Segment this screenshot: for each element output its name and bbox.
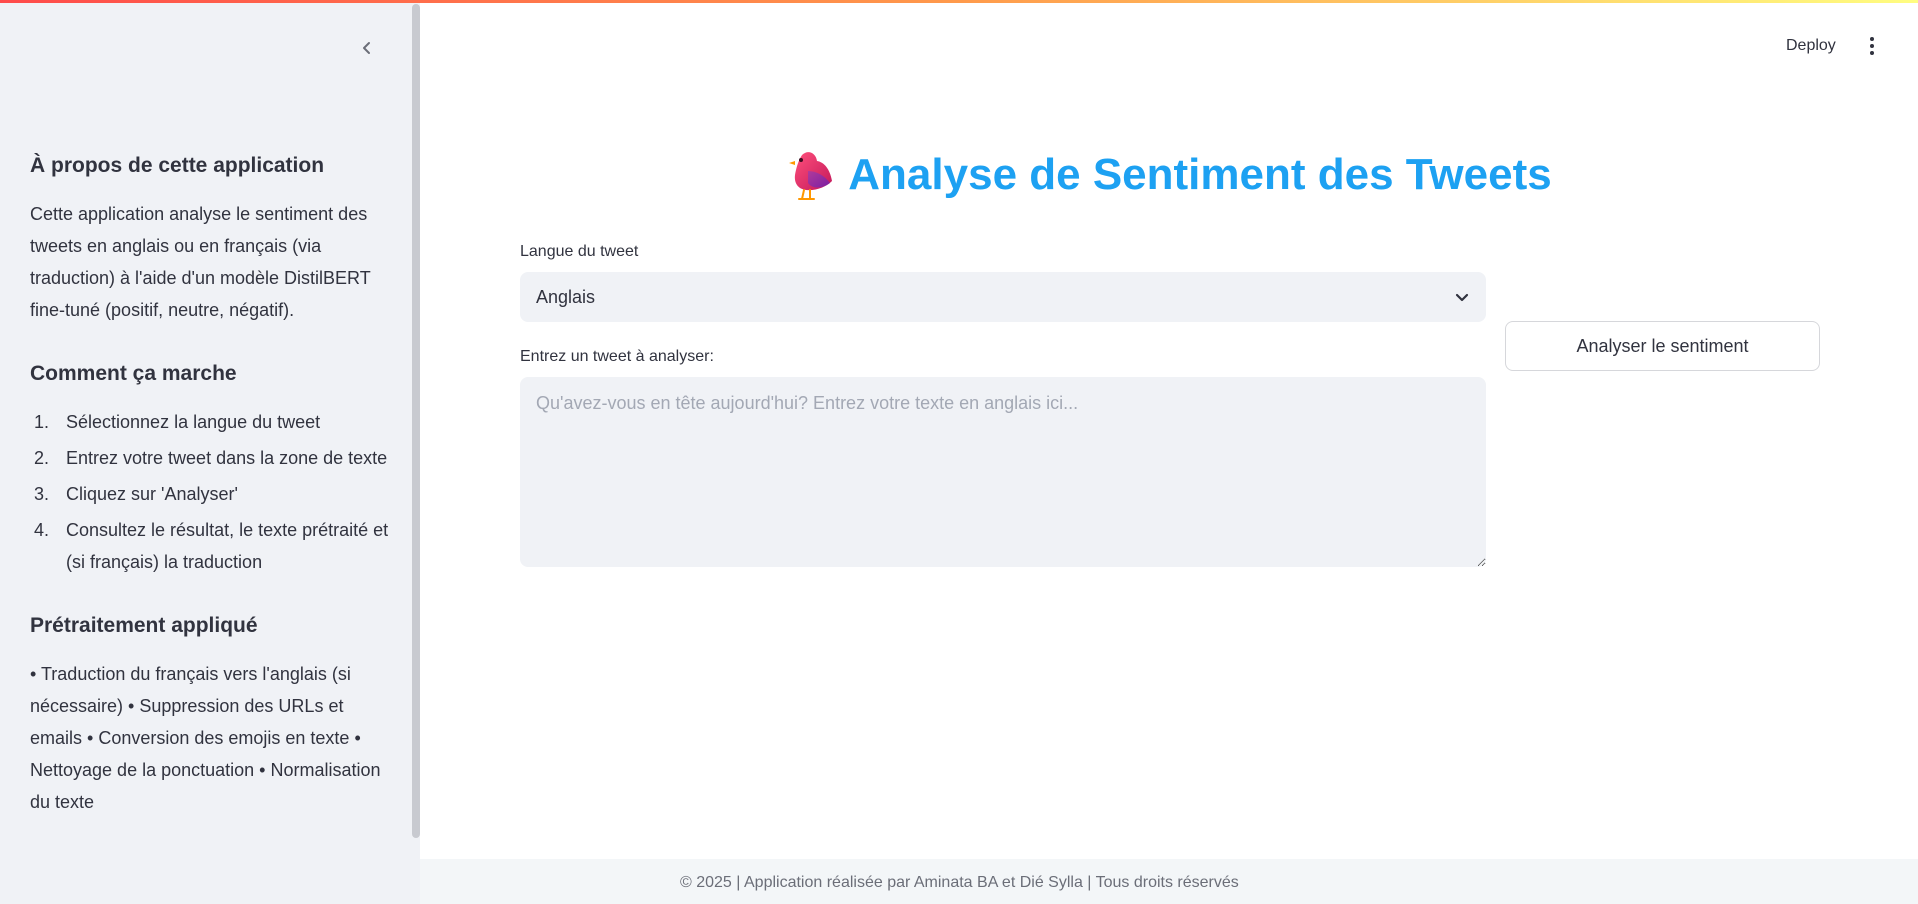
list-item: 4. Consultez le résultat, le texte prétr… — [30, 514, 392, 578]
more-vertical-icon — [1870, 37, 1874, 41]
page-title-row: Analyse de Sentiment des Tweets — [420, 145, 1918, 205]
sidebar-content: À propos de cette application Cette appl… — [30, 150, 392, 850]
tweet-input-label: Entrez un tweet à analyser: — [520, 348, 714, 365]
preprocessing-text: • Traduction du français vers l'anglais … — [30, 664, 381, 812]
chevron-down-icon — [1455, 293, 1469, 302]
deploy-button[interactable]: Deploy — [1778, 30, 1844, 62]
about-heading: À propos de cette application — [30, 154, 325, 177]
sidebar: À propos de cette application Cette appl… — [0, 0, 420, 904]
footer: © 2025 | Application réalisée par Aminat… — [420, 859, 1918, 904]
main-menu-button[interactable] — [1860, 30, 1884, 62]
tweet-input[interactable] — [520, 377, 1486, 567]
how-it-works-heading: Comment ça marche — [30, 362, 237, 385]
language-select[interactable]: Anglais — [520, 272, 1486, 322]
language-label: Langue du tweet — [520, 243, 639, 260]
list-item: 2. Entrez votre tweet dans la zone de te… — [30, 442, 392, 474]
step-number: 4. — [34, 520, 50, 540]
step-number: 2. — [34, 448, 50, 468]
sidebar-scrollbar[interactable] — [412, 4, 420, 838]
step-text: Entrez votre tweet dans la zone de texte — [66, 448, 388, 468]
language-select-value: Anglais — [536, 286, 596, 307]
analyze-button[interactable]: Analyser le sentiment — [1505, 321, 1820, 371]
bird-icon — [789, 152, 833, 200]
list-item: 1. Sélectionnez la langue du tweet — [30, 406, 392, 438]
step-text: Consultez le résultat, le texte prétrait… — [66, 520, 389, 572]
top-decoration-bar — [0, 0, 1918, 3]
preprocessing-heading: Prétraitement appliqué — [30, 614, 258, 637]
about-text: Cette application analyse le sentiment d… — [30, 204, 371, 320]
footer-text: © 2025 | Application réalisée par Aminat… — [680, 874, 1239, 891]
sidebar-collapse-button[interactable] — [355, 36, 379, 60]
steps-list: 1. Sélectionnez la langue du tweet 2. En… — [30, 406, 392, 578]
chevron-left-icon — [363, 42, 370, 54]
step-number: 3. — [34, 484, 50, 504]
page-title: Analyse de Sentiment des Tweets — [848, 150, 1552, 199]
step-number: 1. — [34, 412, 50, 432]
step-text: Cliquez sur 'Analyser' — [66, 484, 238, 504]
step-text: Sélectionnez la langue du tweet — [66, 412, 321, 432]
list-item: 3. Cliquez sur 'Analyser' — [30, 478, 392, 510]
